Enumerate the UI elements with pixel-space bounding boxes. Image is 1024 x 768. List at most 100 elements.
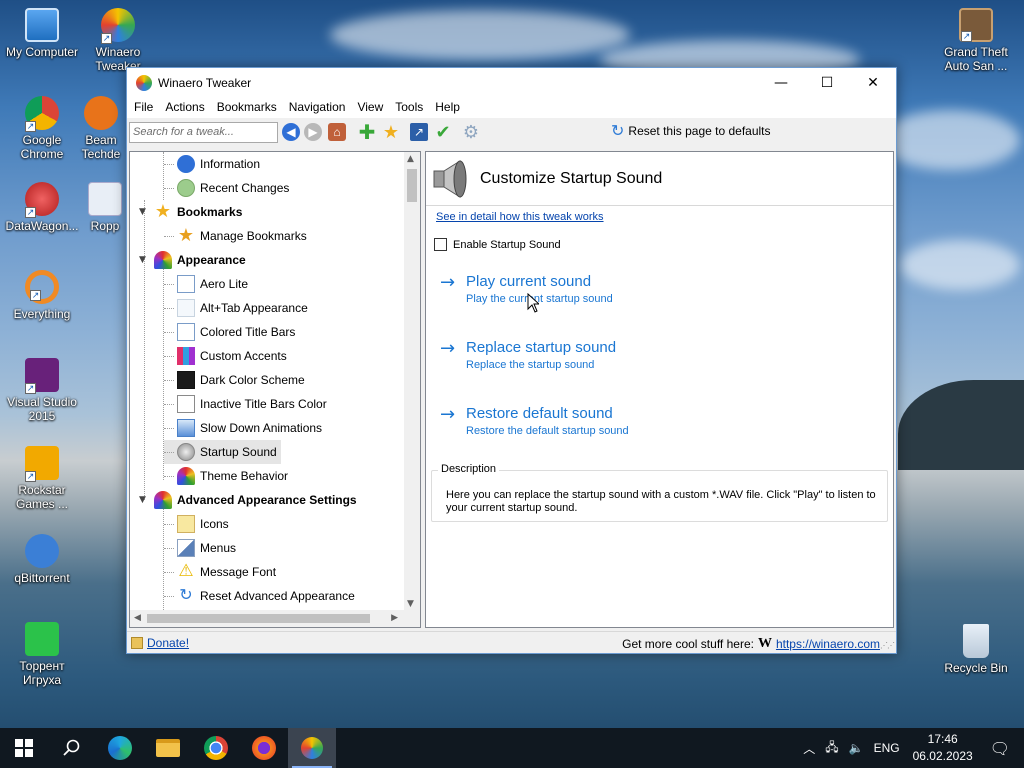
desktop-icon-torrent-igruha[interactable]: Торрент Игруха	[0, 622, 84, 687]
menu-navigation[interactable]: Navigation	[283, 97, 352, 118]
tree-item-message-font[interactable]: ⚠ Message Font	[164, 560, 276, 584]
desktop-icon-label: Торрент Игруха	[19, 659, 65, 687]
minimize-button[interactable]: —	[758, 68, 804, 97]
start-button[interactable]	[0, 728, 48, 768]
tree-item-slow-down-animations[interactable]: Slow Down Animations	[164, 416, 322, 440]
tree-item-menus[interactable]: Menus	[164, 536, 236, 560]
tree-item-colored-title-bars[interactable]: Colored Title Bars	[164, 320, 295, 344]
desktop-icon-google-chrome[interactable]: ↗ Google Chrome	[0, 96, 84, 161]
desktop-icon-rockstar-games[interactable]: ↗ Rockstar Games ...	[0, 446, 84, 511]
menu-actions[interactable]: Actions	[159, 97, 210, 118]
tree-item-recent-changes[interactable]: Recent Changes	[164, 176, 289, 200]
tree-item-aero-lite[interactable]: Aero Lite	[164, 272, 248, 296]
scrollbar-thumb[interactable]	[147, 614, 370, 623]
shortcut-icon[interactable]: ↗	[410, 123, 428, 141]
desktop-icon-visual-studio[interactable]: ↗ Visual Studio 2015	[0, 358, 84, 423]
apply-check-icon[interactable]: ✔	[434, 122, 452, 142]
taskbar-firefox[interactable]	[240, 728, 288, 768]
navigation-tree[interactable]: Information Recent Changes ▼ ★ Bookmarks …	[129, 151, 421, 628]
tree-item-reset-advanced-appearance[interactable]: ↻ Reset Advanced Appearance	[164, 584, 355, 608]
window-title: Winaero Tweaker	[158, 75, 252, 90]
action-subtitle: Replace the startup sound	[466, 359, 595, 371]
accent-colors-icon	[177, 347, 195, 365]
theme-palette-icon	[177, 467, 195, 485]
desktop-icon-qbittorrent[interactable]: qBittorrent	[0, 534, 84, 585]
tree-item-label: Colored Title Bars	[200, 325, 296, 339]
forward-icon[interactable]: ▶	[304, 123, 322, 141]
clock-time: 17:46	[927, 732, 958, 746]
tree-item-information[interactable]: Information	[164, 152, 260, 176]
taskbar-edge[interactable]	[96, 728, 144, 768]
network-icon[interactable]: 🖧	[825, 738, 838, 759]
enable-startup-sound-checkbox[interactable]: Enable Startup Sound	[434, 238, 561, 251]
tree-item-label: Startup Sound	[200, 445, 277, 459]
desktop-icon-label: Ropp	[90, 219, 120, 233]
taskbar-file-explorer[interactable]	[144, 728, 192, 768]
tree-horizontal-scrollbar[interactable]: ◀ ▶	[130, 610, 420, 627]
home-icon[interactable]: ⌂	[328, 123, 346, 141]
taskbar-chrome[interactable]	[192, 728, 240, 768]
tree-item-alt-tab-appearance[interactable]: Alt+Tab Appearance	[164, 296, 308, 320]
clock[interactable]: 17:46 06.02.2023	[913, 731, 973, 765]
desktop-icon-recycle-bin[interactable]: Recycle Bin	[934, 624, 1018, 675]
tree-item-dark-color-scheme[interactable]: Dark Color Scheme	[164, 368, 305, 392]
donate-link[interactable]: Donate!	[147, 636, 189, 650]
checkbox-box[interactable]	[434, 238, 447, 251]
tree-category-advanced-appearance-settings[interactable]: Advanced Appearance Settings	[154, 488, 357, 512]
desktop-icon-everything[interactable]: ↗ Everything	[0, 270, 84, 321]
reset-page-button[interactable]: ↻ Reset this page to defaults	[611, 123, 771, 139]
checkbox-label: Enable Startup Sound	[453, 238, 561, 251]
tree-vertical-scrollbar[interactable]: ▲ ▼	[404, 152, 420, 611]
back-icon[interactable]: ◀	[282, 123, 300, 141]
tree-item-theme-behavior[interactable]: Theme Behavior	[164, 464, 288, 488]
more-stuff-label: Get more cool stuff here:	[622, 637, 754, 651]
menu-tools[interactable]: Tools	[389, 97, 429, 118]
search-input[interactable]: Search for a tweak...	[129, 121, 278, 143]
action-title[interactable]: Replace startup sound	[466, 339, 616, 356]
volume-icon[interactable]: 🔈	[849, 741, 864, 755]
desktop-icon-my-computer[interactable]: My Computer	[0, 8, 84, 59]
desktop-icon-beam[interactable]: Beam Techde	[76, 96, 126, 161]
language-indicator[interactable]: ENG	[874, 741, 900, 755]
desktop-icon-ropp[interactable]: Ropp	[84, 182, 126, 233]
scroll-left-icon[interactable]: ◀	[134, 613, 141, 623]
detail-link[interactable]: See in detail how this tweak works	[436, 211, 604, 223]
action-title[interactable]: Play current sound	[466, 273, 591, 290]
notifications-icon[interactable]: 🗨	[990, 739, 1010, 758]
desktop-icon-datawagon[interactable]: ↗ DataWagon...	[0, 182, 84, 233]
tree-category-bookmarks[interactable]: ★ Bookmarks	[154, 200, 242, 224]
title-bar[interactable]: Winaero Tweaker — ☐ ✕	[127, 68, 896, 97]
menu-bookmarks[interactable]: Bookmarks	[211, 97, 283, 118]
close-button[interactable]: ✕	[850, 68, 896, 97]
tree-item-custom-accents[interactable]: Custom Accents	[164, 344, 287, 368]
settings-gear-icon[interactable]: ⚙	[462, 122, 480, 142]
menu-file[interactable]: File	[128, 97, 159, 118]
tree-item-icons[interactable]: Icons	[164, 512, 229, 536]
file-icon	[88, 182, 122, 216]
tree-item-startup-sound[interactable]: Startup Sound	[164, 440, 281, 464]
desktop-icon-winaero-tweaker[interactable]: ↗ Winaero Tweaker	[76, 8, 160, 73]
winaero-url-link[interactable]: https://winaero.com	[776, 637, 880, 651]
reset-icon: ↻	[611, 121, 625, 140]
star-icon[interactable]: ★	[382, 122, 400, 142]
search-button[interactable]	[48, 728, 96, 768]
scroll-right-icon[interactable]: ▶	[391, 613, 398, 623]
action-title[interactable]: Restore default sound	[466, 405, 613, 422]
chevron-up-icon[interactable]: ︿	[803, 740, 815, 757]
collapse-chevron-icon[interactable]: ▼	[139, 255, 146, 265]
tree-category-appearance[interactable]: Appearance	[154, 248, 246, 272]
tree-item-manage-bookmarks[interactable]: ★ Manage Bookmarks	[164, 224, 307, 248]
maximize-button[interactable]: ☐	[804, 68, 850, 97]
scroll-up-icon[interactable]: ▲	[407, 154, 414, 164]
taskbar-winaero-tweaker[interactable]	[288, 728, 336, 768]
scroll-down-icon[interactable]: ▼	[407, 599, 414, 609]
collapse-chevron-icon[interactable]: ▼	[139, 495, 146, 505]
tree-item-inactive-title-bars-color[interactable]: Inactive Title Bars Color	[164, 392, 327, 416]
menu-help[interactable]: Help	[429, 97, 466, 118]
collapse-chevron-icon[interactable]: ▼	[139, 207, 146, 217]
desktop-icon-gta-san-andreas[interactable]: ↗ Grand Theft Auto San ...	[934, 8, 1018, 73]
add-bookmark-icon[interactable]: ✚	[358, 122, 376, 144]
scrollbar-thumb[interactable]	[407, 169, 417, 202]
resize-grip-icon[interactable]: ⋰⋰	[880, 641, 895, 650]
menu-view[interactable]: View	[351, 97, 389, 118]
